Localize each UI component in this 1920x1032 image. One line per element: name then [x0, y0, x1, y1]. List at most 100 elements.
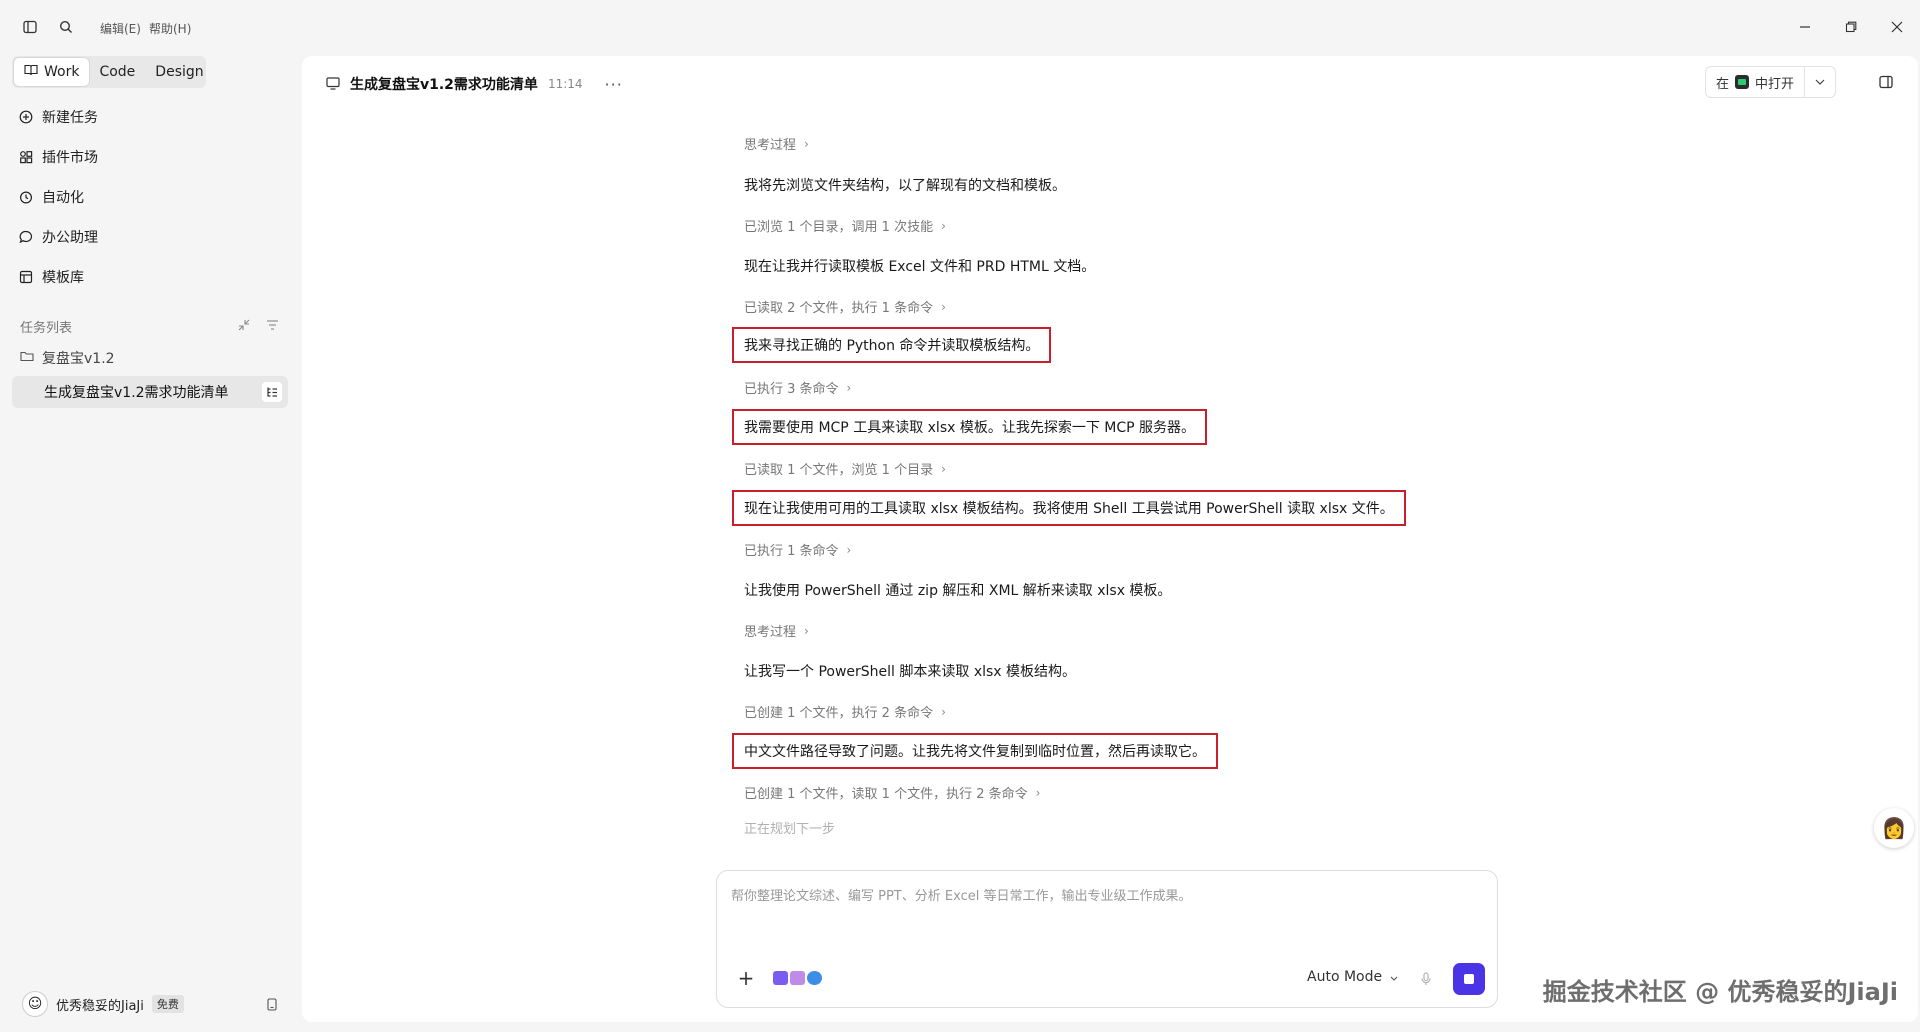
- collapse-icon[interactable]: [236, 317, 252, 333]
- step-label: 思考过程: [744, 138, 797, 153]
- chevron-down-icon: [1390, 969, 1398, 985]
- planning-status: 正在规划下一步: [744, 822, 836, 837]
- device-icon[interactable]: [262, 994, 282, 1014]
- assistant-message: 让我写一个 PowerShell 脚本来读取 xlsx 模板结构。: [744, 664, 1077, 680]
- chevron-right-icon: ›: [804, 136, 809, 151]
- filter-icon[interactable]: [264, 317, 280, 333]
- template-icon: [18, 269, 34, 285]
- chat-icon: [18, 229, 34, 245]
- nav-label: 模板库: [42, 270, 84, 286]
- search-icon[interactable]: [55, 16, 77, 38]
- assistant-avatar[interactable]: 👩: [1874, 808, 1914, 848]
- nav-template-library[interactable]: 模板库: [18, 265, 84, 289]
- collapsible-step[interactable]: 已读取 1 个文件，浏览 1 个目录 ›: [744, 459, 946, 479]
- chevron-right-icon: ›: [941, 704, 946, 719]
- collapsible-step[interactable]: 思考过程 ›: [744, 621, 809, 641]
- menu-edit[interactable]: 编辑(E): [100, 20, 141, 37]
- timestamp: 11:14: [547, 77, 583, 91]
- main-panel: 生成复盘宝v1.2需求功能清单 11:14 ··· 在 中打开 思考过程 › 我将…: [302, 56, 1918, 1022]
- collapsible-step[interactable]: 已浏览 1 个目录，调用 1 次技能 ›: [744, 216, 946, 236]
- menu-help[interactable]: 帮助(H): [149, 20, 191, 37]
- nav-office-assistant[interactable]: 办公助理: [18, 225, 98, 249]
- grid-plugin-icon: [18, 149, 34, 165]
- chevron-right-icon: ›: [804, 623, 809, 638]
- folder-item[interactable]: 复盘宝v1.2: [20, 347, 115, 369]
- chevron-right-icon: ›: [941, 461, 946, 476]
- chevron-right-icon: ›: [941, 218, 946, 233]
- conversation-header: 生成复盘宝v1.2需求功能清单 11:14 ···: [326, 72, 623, 96]
- step-label: 已读取 1 个文件，浏览 1 个目录: [744, 463, 934, 478]
- add-attachment-icon[interactable]: +: [735, 966, 757, 990]
- open-in-prefix: 在: [1715, 76, 1729, 92]
- page-title: 生成复盘宝v1.2需求功能清单: [350, 77, 538, 93]
- chevron-down-icon[interactable]: [1805, 67, 1835, 97]
- task-item-active[interactable]: 生成复盘宝v1.2需求功能清单: [12, 376, 288, 408]
- assistant-message: 我将先浏览文件夹结构，以了解现有的文档和模板。: [744, 178, 1066, 194]
- window-titlebar: 编辑(E) 帮助(H): [0, 0, 1920, 54]
- tab-work[interactable]: Work: [14, 58, 90, 86]
- chevron-right-icon: ›: [1035, 785, 1041, 800]
- open-in-app: 在 中打开: [1704, 66, 1836, 98]
- tab-code[interactable]: Code: [89, 58, 145, 86]
- open-in-button[interactable]: 在 中打开: [1706, 67, 1805, 97]
- right-panel-toggle-icon[interactable]: [1876, 72, 1896, 92]
- nav-label: 新建任务: [42, 110, 98, 126]
- avatar: ☺: [22, 991, 48, 1017]
- folder-icon: [20, 350, 34, 366]
- tab-work-label: Work: [44, 64, 80, 80]
- video-tool-icon[interactable]: [773, 971, 788, 985]
- book-icon: [24, 64, 38, 80]
- mode-label: Auto Mode: [1307, 969, 1383, 985]
- nav-plugin-market[interactable]: 插件市场: [18, 145, 98, 169]
- collapsible-step[interactable]: 思考过程 ›: [744, 134, 809, 154]
- open-in-suffix: 中打开: [1754, 76, 1794, 92]
- chevron-right-icon: ›: [846, 380, 852, 395]
- nav-new-task[interactable]: 新建任务: [18, 105, 98, 129]
- terminal-app-icon: [1734, 75, 1749, 89]
- collapsible-step[interactable]: 已读取 2 个文件，执行 1 条命令 ›: [744, 297, 946, 317]
- step-label: 已执行 1 条命令: [744, 544, 839, 559]
- step-label: 已读取 2 个文件，执行 1 条命令: [744, 301, 934, 316]
- more-options-icon[interactable]: ···: [605, 75, 623, 94]
- tool-icons: [773, 971, 822, 985]
- collapsible-step[interactable]: 已创建 1 个文件，读取 1 个文件，执行 2 条命令 ›: [744, 783, 1041, 803]
- sidebar-toggle-icon[interactable]: [19, 16, 41, 38]
- nav-automation[interactable]: 自动化: [18, 185, 84, 209]
- stop-icon: [1464, 974, 1474, 984]
- microphone-icon[interactable]: [1417, 970, 1435, 988]
- composer: + Auto Mode: [716, 870, 1498, 1008]
- assistant-message-highlighted: 我需要使用 MCP 工具来读取 xlsx 模板。让我先探索一下 MCP 服务器。: [732, 409, 1208, 445]
- task-tree-icon[interactable]: [262, 382, 282, 402]
- task-list-label: 任务列表: [20, 321, 73, 336]
- user-profile[interactable]: ☺ 优秀稳妥的JiaJi 免费: [22, 990, 184, 1018]
- user-name: 优秀稳妥的JiaJi: [56, 998, 144, 1014]
- mode-selector[interactable]: Auto Mode: [1307, 969, 1398, 985]
- assistant-message-highlighted: 现在让我使用可用的工具读取 xlsx 模板结构。我将使用 Shell 工具尝试用…: [732, 490, 1406, 526]
- chevron-right-icon: ›: [941, 299, 946, 314]
- prompt-input[interactable]: [731, 885, 1481, 945]
- assistant-message-highlighted: 我来寻找正确的 Python 命令并读取模板结构。: [732, 327, 1052, 363]
- mode-switch: Work Code Design: [12, 56, 206, 88]
- collapsible-step[interactable]: 已执行 3 条命令 ›: [744, 378, 852, 398]
- tab-design-label: Design: [155, 64, 204, 80]
- restore-icon[interactable]: [1838, 14, 1864, 40]
- nav-label: 办公助理: [42, 230, 98, 246]
- monitor-icon: [326, 75, 340, 94]
- nav-label: 自动化: [42, 190, 84, 206]
- collapsible-step[interactable]: 已创建 1 个文件，执行 2 条命令 ›: [744, 702, 946, 722]
- close-icon[interactable]: [1884, 14, 1910, 40]
- minimize-icon[interactable]: [1792, 14, 1818, 40]
- step-label: 已执行 3 条命令: [744, 382, 839, 397]
- flow-tool-icon[interactable]: [807, 971, 822, 985]
- tab-code-label: Code: [99, 64, 136, 80]
- clock-icon: [18, 189, 34, 205]
- task-label: 生成复盘宝v1.2需求功能清单: [44, 385, 229, 401]
- tab-design[interactable]: Design: [145, 58, 213, 86]
- chevron-right-icon: ›: [846, 542, 852, 557]
- collapsible-step[interactable]: 已执行 1 条命令 ›: [744, 540, 852, 560]
- image-tool-icon[interactable]: [790, 971, 805, 985]
- watermark: 掘金技术社区 @ 优秀稳妥的JiaJi: [1542, 978, 1898, 1006]
- stop-button[interactable]: [1453, 963, 1485, 995]
- nav-label: 插件市场: [42, 150, 98, 166]
- step-label: 思考过程: [744, 625, 797, 640]
